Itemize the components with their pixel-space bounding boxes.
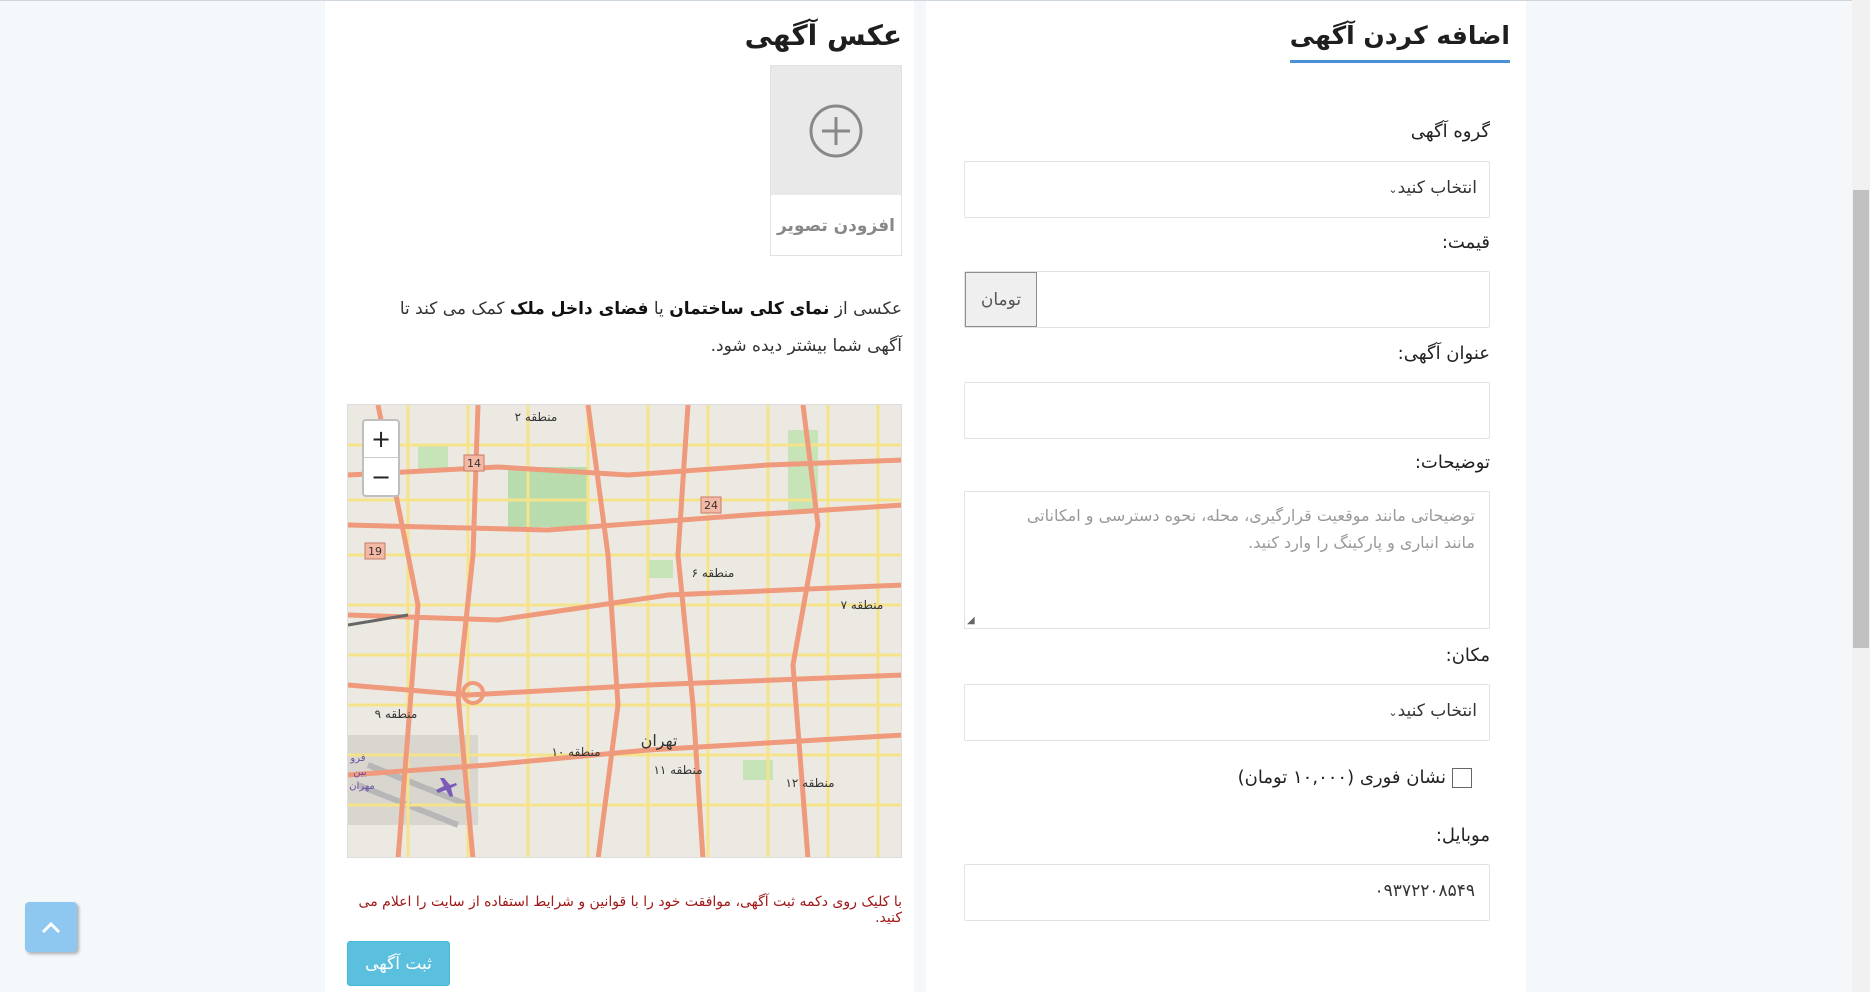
image-help-text: عکسی از نمای کلی ساختمان یا فضای داخل مل… [399,299,902,356]
plus-circle-icon [771,66,901,195]
map-label: 24 [704,499,718,512]
chevron-down-icon: ⌄ [1388,706,1398,719]
map-label: منطقه ۹ [375,707,418,721]
map-label: منطقه ۱۲ [785,776,834,790]
submit-ad-button[interactable]: ثبت آگهی [347,941,450,986]
resize-handle-icon[interactable]: ◢ [967,615,975,626]
zoom-out-button[interactable]: − [364,458,398,495]
map-label: منطقه ۱۰ [551,745,600,759]
image-section-title: عکس آگهی [744,19,902,52]
price-currency-addon: تومان [965,272,1037,327]
add-image-button[interactable]: افزودن تصویر [770,65,902,256]
title-input[interactable] [964,382,1490,439]
map-label: منطقه ۶ [692,566,735,580]
group-select[interactable]: انتخاب کنید⌄ [964,161,1490,218]
location-select-value: انتخاب کنید⌄ [1388,701,1477,721]
map-label: مهران [349,781,375,792]
terms-notice: با کلیک روی دکمه ثبت آگهی، موافقت خود را… [358,894,902,926]
zoom-in-button[interactable]: + [364,421,398,458]
scrollbar-thumb[interactable] [1853,190,1869,648]
description-label: توضیحات: [1414,452,1490,473]
map-label: 19 [368,545,382,558]
chevron-up-icon [41,921,61,934]
instant-badge-label: نشان فوری (۱۰,۰۰۰ تومان) [1237,767,1446,788]
map-zoom-control: + − [362,419,400,497]
price-input[interactable]: تومان [964,271,1490,328]
ad-form-column: اضافه کردن آگهی گروه آگهی انتخاب کنید⌄ ق… [926,1,1526,992]
mobile-input[interactable]: ۰۹۳۷۲۲۰۸۵۴۹ [964,864,1490,921]
map-label: منطقه ۷ [841,598,884,612]
group-label: گروه آگهی [1410,121,1490,142]
location-map[interactable]: منطقه ۲ 14 24 19 منطقه ۶ منطقه ۷ منطقه ۹… [347,404,902,858]
map-label: تهران [641,731,678,751]
location-select[interactable]: انتخاب کنید⌄ [964,684,1490,741]
back-to-top-button[interactable] [25,902,77,952]
add-image-label: افزودن تصویر [776,215,895,236]
map-label: بین [353,767,366,778]
price-label: قیمت: [1441,232,1490,253]
mobile-label: موبایل: [1435,825,1490,846]
image-map-column: عکس آگهی افزودن تصویر عکسی از نمای کلی س… [325,1,914,992]
description-placeholder: توضیحاتی مانند موقعیت قرارگیری، محله، نح… [1026,506,1475,552]
instant-badge-row: نشان فوری (۱۰,۰۰۰ تومان) [1238,767,1472,788]
instant-badge-checkbox[interactable] [1452,767,1472,788]
map-label: منطقه ۲ [515,410,558,424]
description-textarea[interactable]: توضیحاتی مانند موقعیت قرارگیری، محله، نح… [964,491,1490,629]
location-label: مکان: [1445,645,1490,666]
mobile-input-value: ۰۹۳۷۲۲۰۸۵۴۹ [1374,881,1475,901]
map-label: فرو [349,753,365,764]
title-label: عنوان آگهی: [1397,343,1490,364]
form-title: اضافه کردن آگهی [1289,21,1510,63]
map-label: منطقه ۱۱ [653,763,702,777]
group-select-value: انتخاب کنید⌄ [1388,178,1477,198]
map-label: 14 [467,457,481,470]
chevron-down-icon: ⌄ [1388,183,1398,196]
